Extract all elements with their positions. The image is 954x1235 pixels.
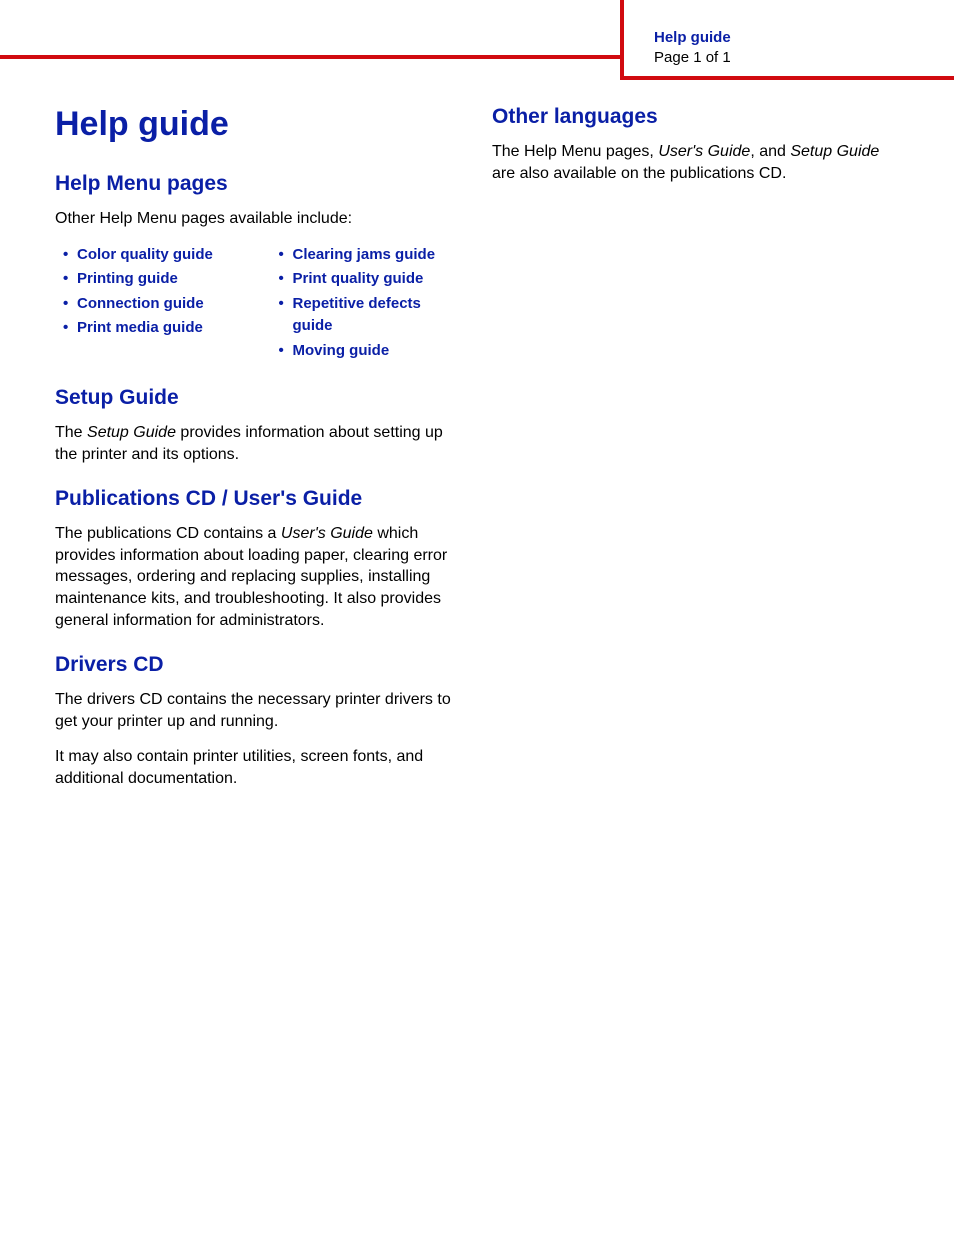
- content-columns: Help guide Help Menu pages Other Help Me…: [0, 80, 954, 804]
- text-span: are also available on the publications C…: [492, 165, 786, 182]
- setup-guide-text: The Setup Guide provides information abo…: [55, 422, 462, 465]
- heading-help-menu: Help Menu pages: [55, 172, 462, 196]
- help-menu-intro: Other Help Menu pages available include:: [55, 208, 462, 230]
- text-span: , and: [750, 143, 790, 160]
- guide-link[interactable]: Print quality guide: [279, 268, 463, 291]
- page-header: Help guide Page 1 of 1: [0, 0, 954, 80]
- guide-link[interactable]: Repetitive defects guide: [279, 293, 463, 338]
- text-span: The publications CD contains a: [55, 525, 281, 542]
- guide-list-col-1: Color quality guide Printing guide Conne…: [55, 244, 247, 365]
- header-title: Help guide: [654, 28, 954, 48]
- text-italic: Setup Guide: [87, 424, 176, 441]
- header-info-box: Help guide Page 1 of 1: [620, 0, 954, 80]
- header-rule: [0, 55, 620, 59]
- header-page-number: Page 1 of 1: [654, 48, 954, 68]
- left-column: Help guide Help Menu pages Other Help Me…: [55, 105, 462, 804]
- guide-link[interactable]: Print media guide: [63, 317, 247, 340]
- text-italic: User's Guide: [281, 525, 373, 542]
- text-span: The Help Menu pages,: [492, 143, 658, 160]
- publications-text: The publications CD contains a User's Gu…: [55, 523, 462, 631]
- text-italic: User's Guide: [658, 143, 750, 160]
- heading-other-languages: Other languages: [492, 105, 899, 129]
- other-languages-text: The Help Menu pages, User's Guide, and S…: [492, 141, 899, 184]
- drivers-text-1: The drivers CD contains the necessary pr…: [55, 689, 462, 732]
- guide-link[interactable]: Connection guide: [63, 293, 247, 316]
- text-span: The: [55, 424, 87, 441]
- guide-link[interactable]: Clearing jams guide: [279, 244, 463, 267]
- guide-link[interactable]: Printing guide: [63, 268, 247, 291]
- text-italic: Setup Guide: [790, 143, 879, 160]
- guide-link[interactable]: Color quality guide: [63, 244, 247, 267]
- guide-list-col-2: Clearing jams guide Print quality guide …: [271, 244, 463, 365]
- guide-link-lists: Color quality guide Printing guide Conne…: [55, 244, 462, 365]
- page-title: Help guide: [55, 105, 462, 144]
- right-column: Other languages The Help Menu pages, Use…: [492, 105, 899, 804]
- heading-drivers-cd: Drivers CD: [55, 653, 462, 677]
- guide-link[interactable]: Moving guide: [279, 340, 463, 363]
- heading-setup-guide: Setup Guide: [55, 386, 462, 410]
- drivers-text-2: It may also contain printer utilities, s…: [55, 746, 462, 789]
- heading-publications-cd: Publications CD / User's Guide: [55, 487, 462, 511]
